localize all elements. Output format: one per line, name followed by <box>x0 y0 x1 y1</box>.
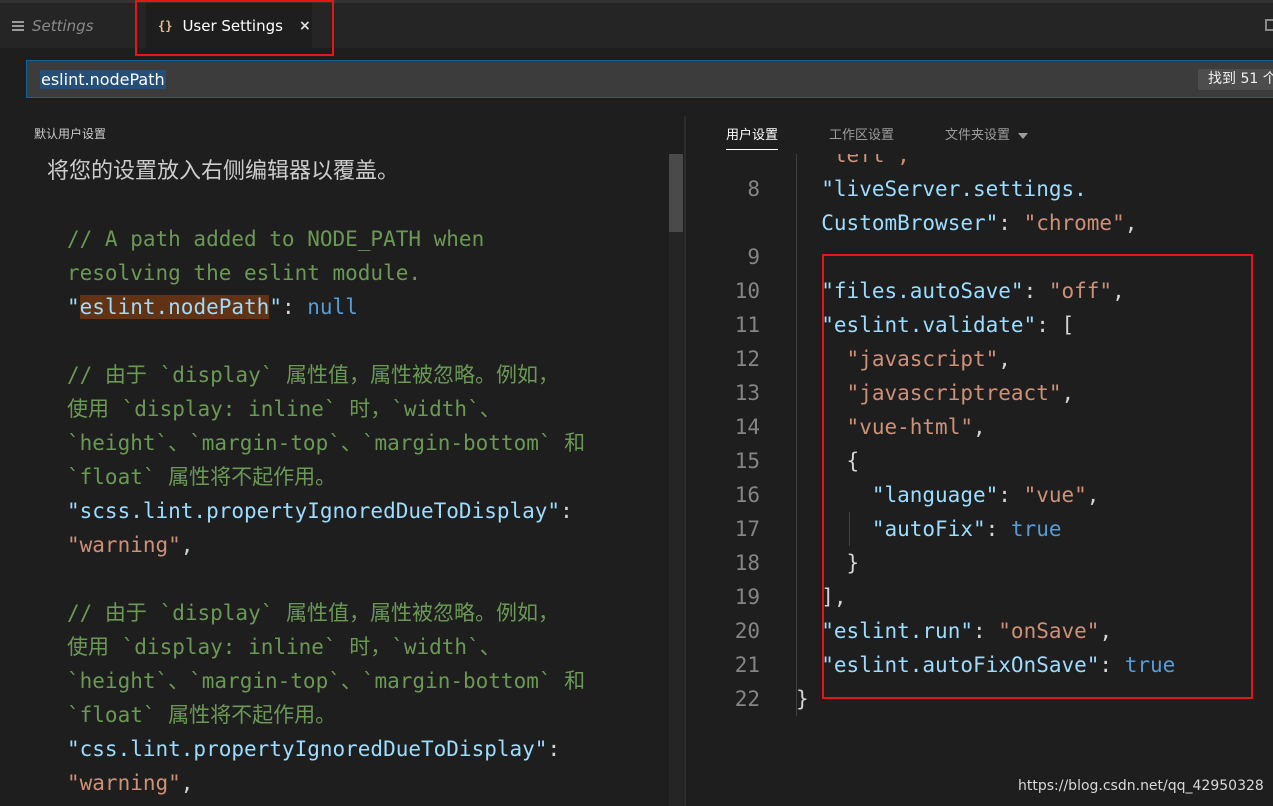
code-token: `float` 属性将不起作用。 <box>67 465 337 489</box>
scrollbar-track[interactable] <box>669 154 683 806</box>
code-token: null <box>307 295 358 319</box>
line-number: 10 <box>734 279 760 303</box>
code-token: } <box>796 687 809 711</box>
line-content: CustomBrowser": "chrome", <box>821 206 1137 240</box>
code-token: " <box>67 295 80 319</box>
line-number: 22 <box>734 687 760 711</box>
line-number: 14 <box>734 415 760 439</box>
code-token: "liveServer.settings. <box>821 177 1087 201</box>
tab-user-scope[interactable]: 用户设置 <box>726 124 779 150</box>
code-token: `float` 属性将不起作用。 <box>67 703 337 727</box>
default-setting-line: 使用 `display: inline` 时，`width`、 <box>67 630 585 664</box>
line-number: 8 <box>747 177 760 201</box>
default-setting-line: resolving the eslint module. <box>67 256 585 290</box>
split-editor-icon[interactable] <box>1265 19 1273 31</box>
search-input-value: eslint.nodePath <box>40 70 166 89</box>
code-token: : <box>560 499 573 523</box>
code-token: // 由于 `display` 属性值，属性被忽略。例如， <box>67 601 560 625</box>
code-token: : <box>998 211 1024 235</box>
tab-folder-scope-label: 文件夹设置 <box>945 128 1011 143</box>
code-token: , <box>180 771 194 795</box>
tab-workspace-scope[interactable]: 工作区设置 <box>829 124 894 149</box>
settings-scope-tabs: 用户设置 工作区设置 文件夹设置 <box>686 116 1273 154</box>
search-result-count-badge: 找到 51 个 <box>1198 69 1273 90</box>
line-number: 15 <box>734 449 760 473</box>
editor-line: CustomBrowser": "chrome", <box>686 206 1273 240</box>
code-token: // A path added to NODE_PATH when <box>67 227 485 251</box>
default-setting-line <box>67 324 585 358</box>
code-token: CustomBrowser" <box>821 211 999 235</box>
code-token: " <box>269 295 282 319</box>
code-token: "scss.lint.propertyIgnoredDueToDisplay" <box>67 499 561 523</box>
menu-icon <box>12 19 24 33</box>
search-match: eslint.nodePath <box>79 295 270 319</box>
default-setting-line: "warning", <box>67 766 585 800</box>
tab-folder-scope[interactable]: 文件夹设置 <box>945 124 1029 149</box>
line-content: "liveServer.settings. <box>821 172 1087 206</box>
code-token: `height`、`margin-top`、`margin-bottom` 和 <box>67 669 586 693</box>
default-setting-line: "css.lint.propertyIgnoredDueToDisplay": <box>67 732 585 766</box>
code-token: : <box>281 295 308 319</box>
line-content: "left", <box>821 154 910 172</box>
code-token: , <box>1124 211 1138 235</box>
watermark-url: https://blog.csdn.net/qq_42950328 <box>1018 778 1264 794</box>
code-token: 使用 `display: inline` 时，`width`、 <box>67 635 501 659</box>
indent-guide <box>796 154 797 716</box>
code-token: resolving the eslint module. <box>67 261 422 285</box>
line-number: 19 <box>734 585 760 609</box>
default-setting-line: `float` 属性将不起作用。 <box>67 698 585 732</box>
code-token: // 由于 `display` 属性值，属性被忽略。例如， <box>67 363 560 387</box>
chevron-down-icon <box>1018 132 1029 139</box>
settings-search-input[interactable]: eslint.nodePath 找到 51 个 <box>26 60 1273 98</box>
default-setting-line: `height`、`margin-top`、`margin-bottom` 和 <box>67 664 585 698</box>
code-token: `height`、`margin-top`、`margin-bottom` 和 <box>67 431 586 455</box>
code-highlight-box <box>822 254 1253 699</box>
editor-line: 8 "liveServer.settings. <box>686 172 1273 206</box>
code-token: "warning" <box>67 533 181 557</box>
line-number: 18 <box>734 551 760 575</box>
tab-settings-label: Settings <box>32 16 94 35</box>
line-number: 11 <box>734 313 760 337</box>
default-setting-line: `height`、`margin-top`、`margin-bottom` 和 <box>67 426 585 460</box>
line-number: 9 <box>747 245 760 269</box>
default-setting-line: "warning", <box>67 528 585 562</box>
code-token: "left", <box>821 154 910 167</box>
line-number: 16 <box>734 483 760 507</box>
default-setting-line: // 由于 `display` 属性值，属性被忽略。例如， <box>67 596 585 630</box>
line-number: 17 <box>734 517 760 541</box>
default-setting-line: 使用 `display: inline` 时，`width`、 <box>67 392 585 426</box>
default-settings-pane: 默认用户设置 将您的设置放入右侧编辑器以覆盖。 // A path added … <box>0 98 684 806</box>
default-setting-line: // A path added to NODE_PATH when <box>67 222 585 256</box>
code-token: "chrome" <box>1023 211 1125 235</box>
default-setting-line: `float` 属性将不起作用。 <box>67 460 585 494</box>
editor-line: "left", <box>686 154 1273 172</box>
code-token: , <box>180 533 194 557</box>
default-settings-code: // A path added to NODE_PATH when resolvi… <box>67 222 585 800</box>
line-content: } <box>796 682 809 716</box>
line-number: 12 <box>734 347 760 371</box>
default-setting-line: // 由于 `display` 属性值，属性被忽略。例如， <box>67 358 585 392</box>
code-token: 使用 `display: inline` 时，`width`、 <box>67 397 501 421</box>
default-settings-hint: 将您的设置放入右侧编辑器以覆盖。 <box>47 159 400 184</box>
default-setting-line: "scss.lint.propertyIgnoredDueToDisplay": <box>67 494 585 528</box>
tab-highlight-box <box>135 0 334 56</box>
code-token: "css.lint.propertyIgnoredDueToDisplay" <box>67 737 548 761</box>
line-number: 20 <box>734 619 760 643</box>
scrollbar-thumb[interactable] <box>669 154 683 232</box>
code-token: : <box>547 737 561 761</box>
tab-settings[interactable]: Settings <box>0 3 134 48</box>
default-setting-line <box>67 562 585 596</box>
line-number: 21 <box>734 653 760 677</box>
default-settings-title: 默认用户设置 <box>34 127 107 141</box>
default-setting-line: "eslint.nodePath": null <box>67 290 585 324</box>
code-token: "warning" <box>67 771 181 795</box>
line-number: 13 <box>734 381 760 405</box>
